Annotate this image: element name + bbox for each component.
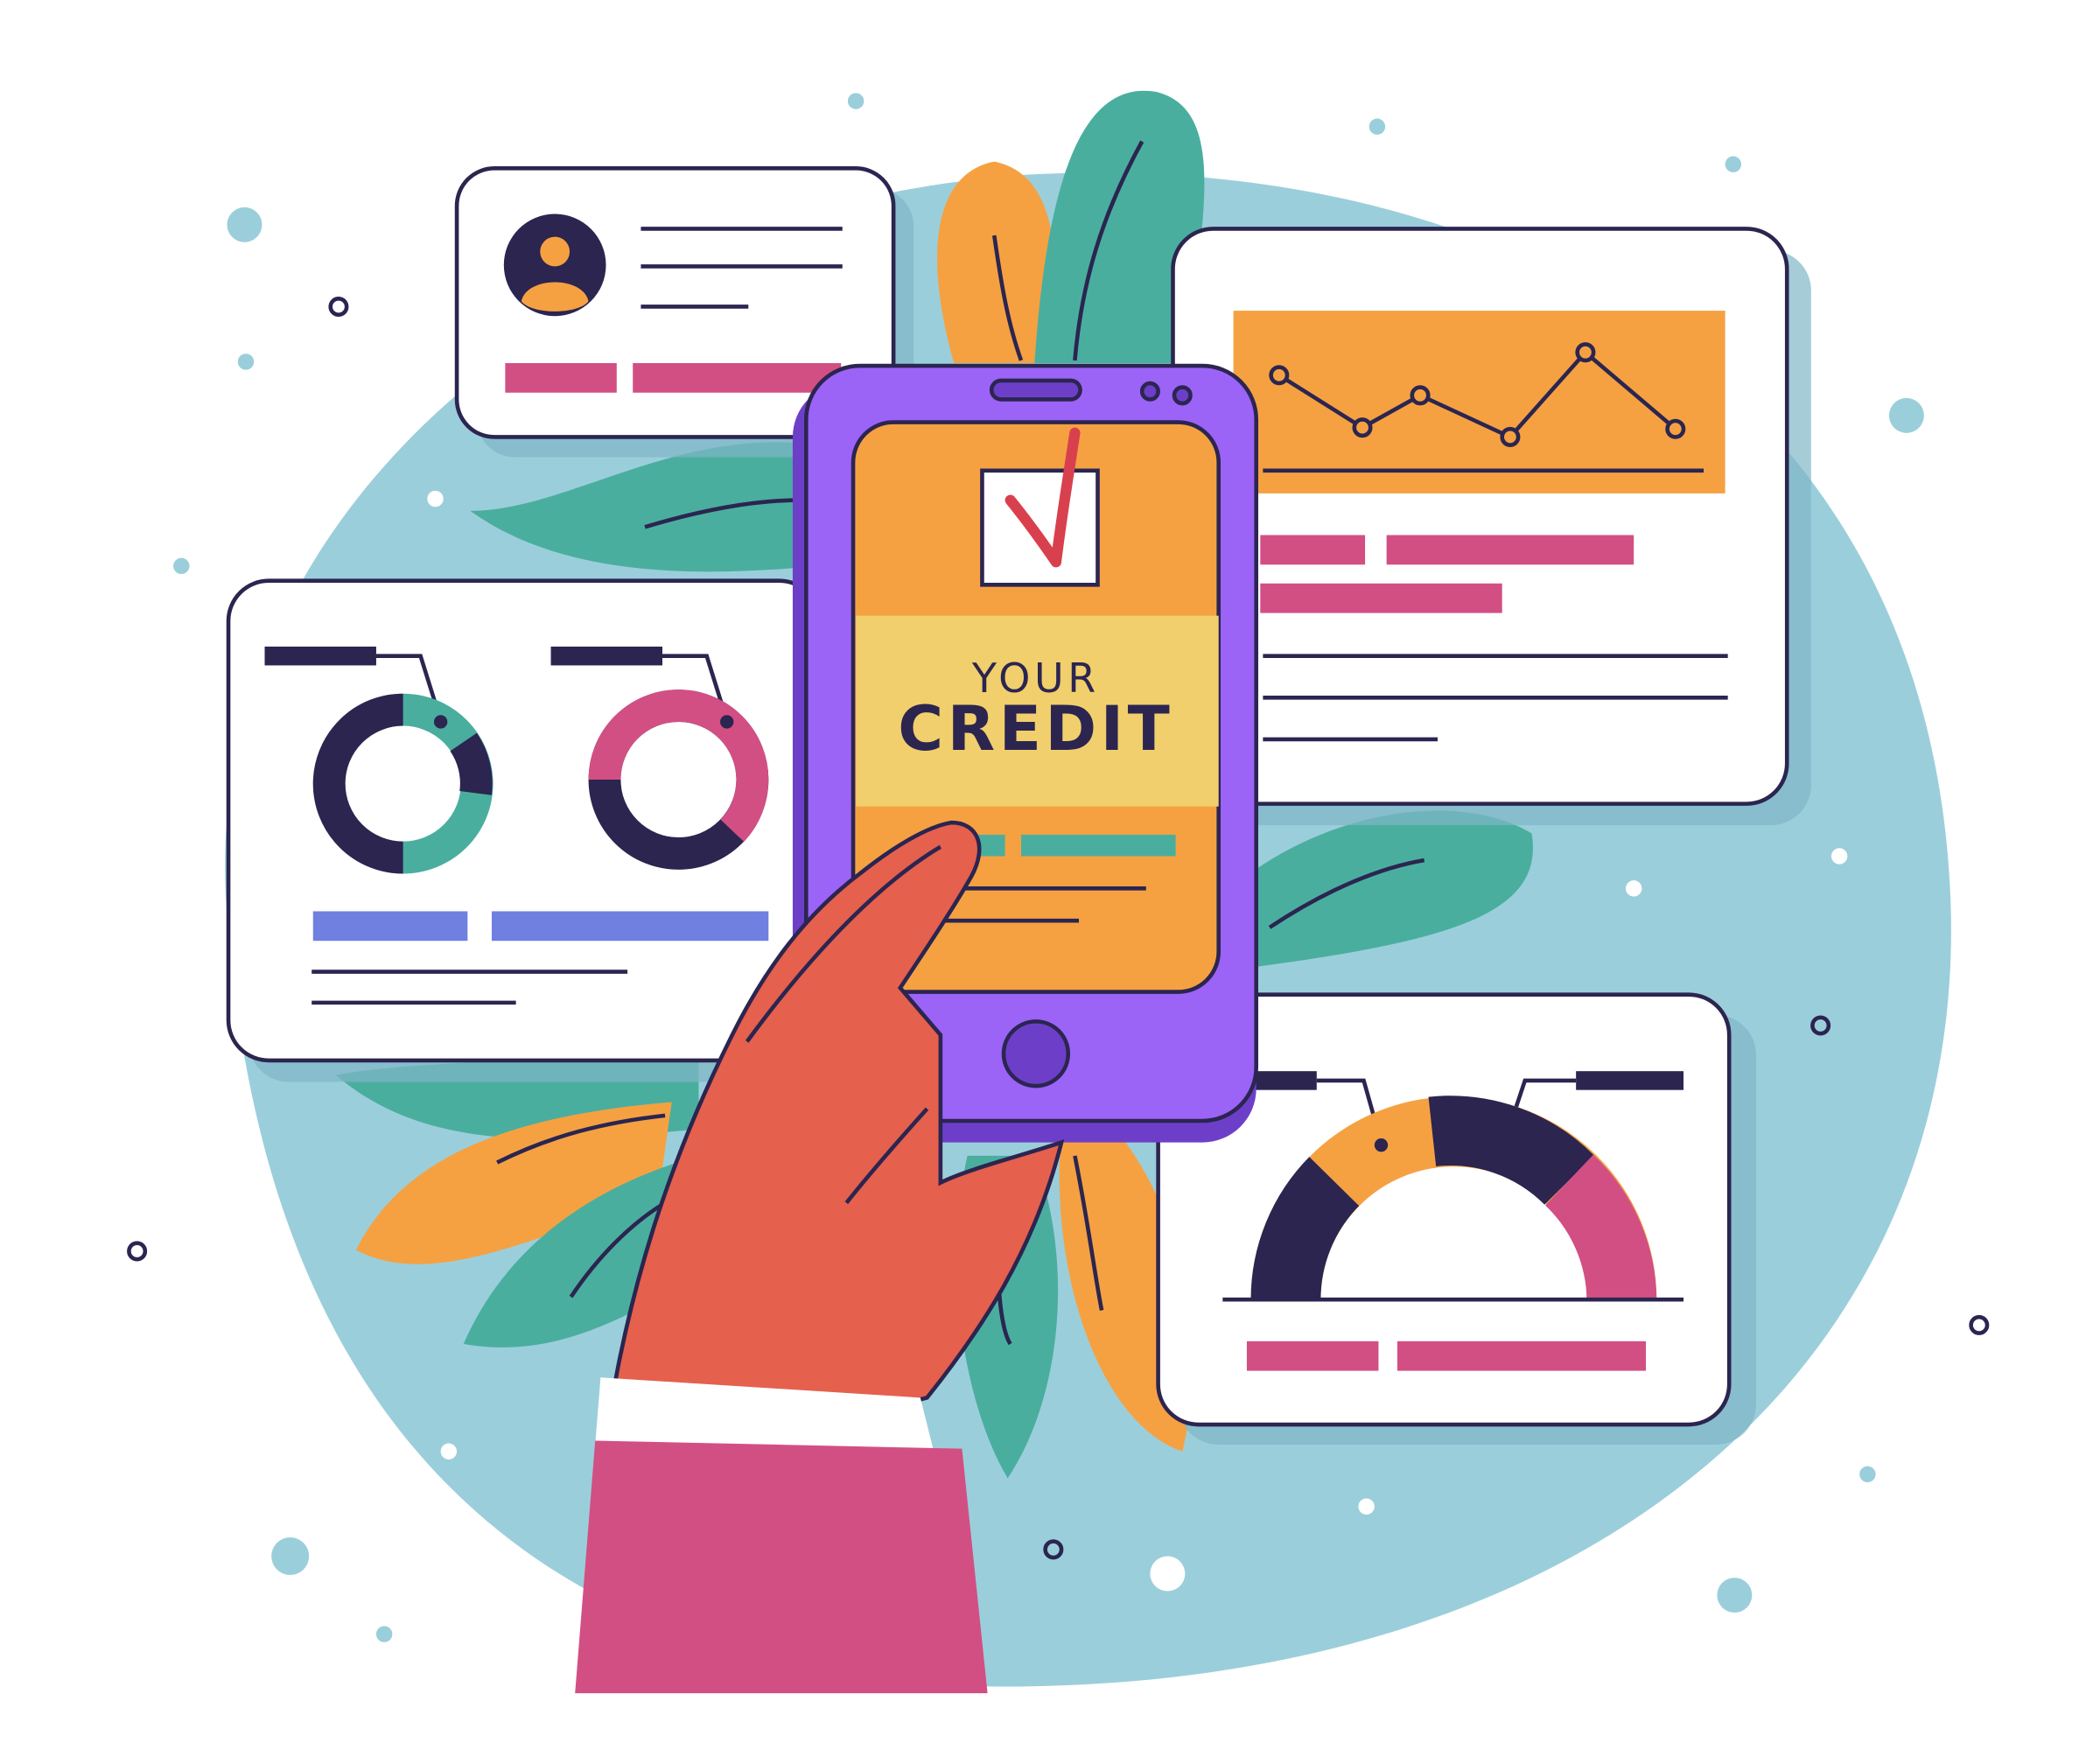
credit-title-large: CREDIT: [898, 692, 1173, 765]
line-chart-icon: [1233, 311, 1726, 494]
avatar-icon: [503, 214, 606, 317]
credit-illustration: YOUR CREDIT: [127, 90, 1990, 1694]
sleeve: [575, 1440, 988, 1694]
home-button[interactable]: [1001, 1019, 1071, 1088]
line-chart-card: [1171, 227, 1811, 826]
pink-bar: [633, 362, 842, 393]
pink-bar: [505, 362, 617, 393]
